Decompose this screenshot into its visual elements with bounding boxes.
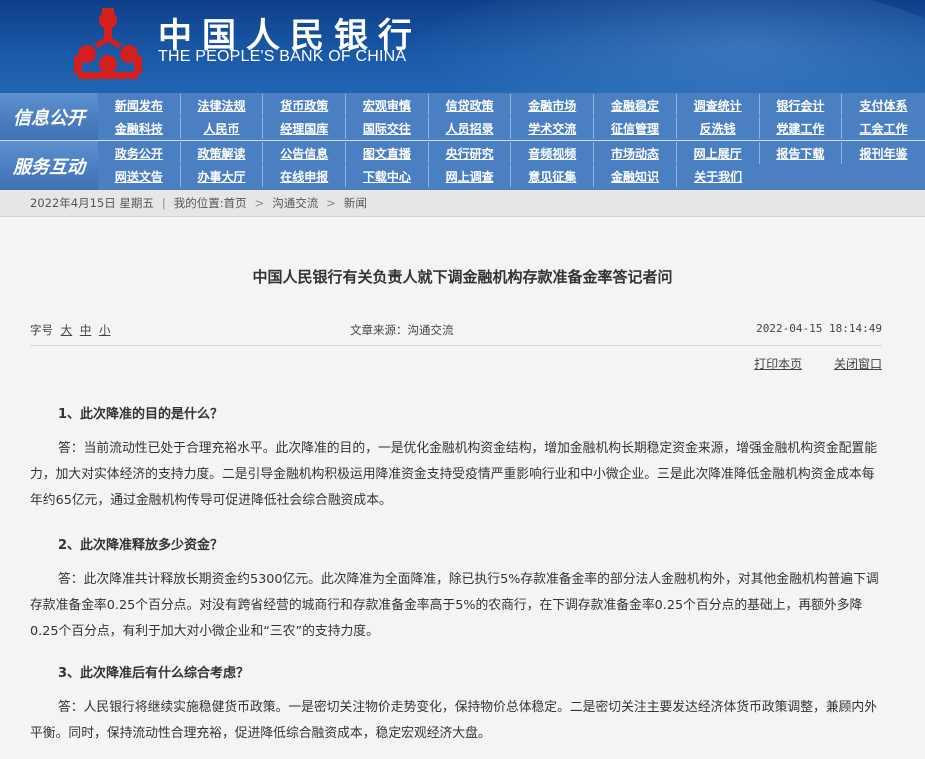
nav-item-info_row1-1[interactable]: 法律法规	[181, 94, 264, 116]
nav-item-info_row1-8[interactable]: 银行会计	[760, 94, 843, 116]
site-header: 中国人民银行 THE PEOPLE'S BANK OF CHINA	[0, 0, 925, 93]
nav-item-info_row1-2[interactable]: 货币政策	[263, 94, 347, 116]
article-timestamp: 2022-04-15 18:14:49	[756, 322, 882, 335]
logo-english-name: THE PEOPLE'S BANK OF CHINA	[158, 48, 407, 65]
nav-info-row-1: 新闻发布 法律法规 货币政策 宏观审慎 信贷政策 金融市场 金融稳定 调查统计 银行会计 支付体系	[98, 94, 925, 117]
nav-item-service_row2-6[interactable]: 金融知识	[594, 165, 677, 187]
header-decoration	[405, 0, 925, 93]
question-2: 2、此次降准释放多少资金？	[58, 538, 224, 553]
nav-item-info_row1-3[interactable]: 宏观审慎	[346, 94, 429, 116]
main-navigation: 信息公开 新闻发布 法律法规 货币政策 宏观审慎 信贷政策 金融市场 金融稳定 调查统计 银行会…	[0, 93, 925, 190]
nav-item-service_row2-3[interactable]: 下载中心	[346, 165, 429, 187]
chevron-right-icon: >	[326, 196, 336, 210]
nav-info-row-2: 金融科技 人民币 经理国库 国际交往 人员招录 学术交流 征信管理 反洗钱 党建工作 工会工作	[98, 117, 925, 140]
font-small-button[interactable]: 小	[99, 323, 111, 337]
nav-item-service_row2-0[interactable]: 网送文告	[98, 165, 181, 187]
nav-item-info_row2-6[interactable]: 征信管理	[594, 117, 677, 139]
nav-item-service_row1-2[interactable]: 公告信息	[263, 142, 347, 164]
nav-item-info_row2-3[interactable]: 国际交往	[346, 117, 429, 139]
breadcrumb-news-link[interactable]: 新闻	[344, 195, 367, 211]
nav-item-service_row1-5[interactable]: 音频视频	[511, 142, 595, 164]
nav-item-info_row2-7[interactable]: 反洗钱	[677, 117, 760, 139]
nav-item-info_row1-6[interactable]: 金融稳定	[594, 94, 677, 116]
font-medium-button[interactable]: 中	[80, 323, 92, 337]
nav-item-info_row2-5[interactable]: 学术交流	[511, 117, 595, 139]
font-size-label: 字号	[30, 323, 53, 337]
answer-1: 答：当前流动性已处于合理充裕水平。此次降准的目的，一是优化金融机构资金结构，增加…	[30, 441, 877, 508]
nav-item-service_row1-7[interactable]: 网上展厅	[677, 142, 760, 164]
nav-item-service_row1-6[interactable]: 市场动态	[594, 142, 677, 164]
nav-service-grid: 政务公开 政策解读 公告信息 图文直播 央行研究 音频视频 市场动态 网上展厅 报告下载 报刊年鉴…	[98, 141, 925, 190]
article-tools: 打印本页 关闭窗口	[726, 355, 882, 372]
nav-item-info_row2-0[interactable]: 金融科技	[98, 117, 181, 139]
nav-item-service_row2-4[interactable]: 网上调查	[429, 165, 512, 187]
breadcrumb-communication-link[interactable]: 沟通交流	[272, 195, 318, 211]
nav-category-service: 服务互动	[0, 141, 98, 190]
nav-item-service_row1-3[interactable]: 图文直播	[346, 142, 429, 164]
question-3: 3、此次降准后有什么综合考虑？	[58, 666, 250, 681]
nav-item-service_row2-2[interactable]: 在线申报	[263, 165, 347, 187]
nav-item-service_row2-5[interactable]: 意见征集	[511, 165, 595, 187]
nav-service-row-1: 政务公开 政策解读 公告信息 图文直播 央行研究 音频视频 市场动态 网上展厅 报告下载 报刊年鉴	[98, 142, 925, 165]
nav-service-row-2: 网送文告 办事大厅 在线申报 下载中心 网上调查 意见征集 金融知识 关于我们	[98, 165, 925, 188]
print-page-link[interactable]: 打印本页	[754, 357, 802, 371]
nav-info-grid: 新闻发布 法律法规 货币政策 宏观审慎 信贷政策 金融市场 金融稳定 调查统计 银行会计 支付体系…	[98, 93, 925, 140]
answer-2: 答：此次降准共计释放长期资金约5300亿元。此次降准为全面降准，除已执行5%存款…	[30, 572, 879, 639]
nav-item-info_row1-7[interactable]: 调查统计	[677, 94, 760, 116]
location-label: 我的位置:	[173, 196, 224, 210]
nav-item-info_row2-1[interactable]: 人民币	[181, 117, 264, 139]
chevron-right-icon: >	[254, 196, 265, 210]
pboc-logo-icon[interactable]	[68, 6, 148, 86]
nav-item-info_row1-4[interactable]: 信贷政策	[429, 94, 512, 116]
close-window-link[interactable]: 关闭窗口	[834, 357, 882, 371]
nav-item-service_row1-0[interactable]: 政务公开	[98, 142, 181, 164]
nav-info-block: 信息公开 新闻发布 法律法规 货币政策 宏观审慎 信贷政策 金融市场 金融稳定 调查统计 银行会…	[0, 93, 925, 140]
nav-item-service_row1-9[interactable]: 报刊年鉴	[842, 142, 925, 164]
nav-service-block: 服务互动 政务公开 政策解读 公告信息 图文直播 央行研究 音频视频 市场动态 网上展厅 报告下…	[0, 141, 925, 190]
nav-item-service_row2-1[interactable]: 办事大厅	[181, 165, 264, 187]
nav-item-info_row2-4[interactable]: 人员招录	[429, 117, 512, 139]
breadcrumb: 2022年4月15日 星期五 | 我的位置: 首页 > 沟通交流 > 新闻	[0, 190, 925, 217]
breadcrumb-home-link[interactable]: 首页	[224, 195, 247, 211]
nav-item-info_row1-9[interactable]: 支付体系	[842, 94, 925, 116]
font-size-controls: 字号 大 中 小	[30, 322, 110, 338]
article-source: 文章来源：沟通交流	[350, 323, 454, 337]
nav-category-info: 信息公开	[0, 93, 98, 140]
nav-item-info_row2-2[interactable]: 经理国库	[263, 117, 347, 139]
nav-item-service_row1-8[interactable]: 报告下载	[760, 142, 843, 164]
nav-item-info_row1-0[interactable]: 新闻发布	[98, 94, 181, 116]
nav-item-service_row1-4[interactable]: 央行研究	[429, 142, 512, 164]
font-large-button[interactable]: 大	[61, 323, 73, 337]
nav-item-info_row2-9[interactable]: 工会工作	[842, 117, 925, 139]
breadcrumb-separator: |	[161, 196, 166, 210]
nav-item-info_row1-5[interactable]: 金融市场	[511, 94, 595, 116]
meta-divider	[30, 345, 882, 346]
nav-item-service_row2-7[interactable]: 关于我们	[677, 165, 760, 187]
article-title: 中国人民银行有关负责人就下调金融机构存款准备金率答记者问	[252, 268, 673, 286]
current-date: 2022年4月15日 星期五	[30, 196, 154, 210]
answer-3: 答：人民银行将继续实施稳健货币政策。一是密切关注物价走势变化，保持物价总体稳定。…	[30, 700, 877, 741]
article-meta: 字号 大 中 小 文章来源：沟通交流 2022-04-15 18:14:49	[30, 322, 882, 338]
nav-item-service_row1-1[interactable]: 政策解读	[181, 142, 264, 164]
question-1: 1、此次降准的目的是什么？	[58, 407, 224, 422]
nav-item-info_row2-8[interactable]: 党建工作	[760, 117, 843, 139]
article-content: 中国人民银行有关负责人就下调金融机构存款准备金率答记者问 字号 大 中 小 文章…	[0, 217, 925, 759]
